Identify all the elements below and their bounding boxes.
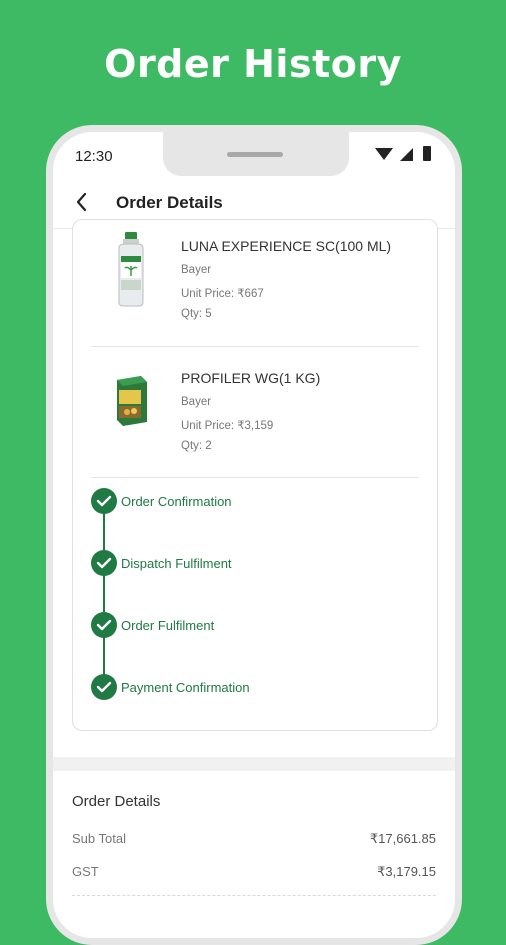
product-qty: Qty: 2 [181,440,212,452]
summary-title: Order Details [72,793,161,810]
timeline-step-label: Payment Confirmation [121,680,250,695]
product-qty: Qty: 5 [181,308,212,320]
product-name: PROFILER WG(1 KG) [181,370,321,386]
status-icons [373,146,433,162]
status-time: 12:30 [75,148,113,165]
page-hero-title: Order History [104,42,402,86]
box-product-image [107,370,155,448]
summary-row-gst: GST ₹3,179.15 [72,864,436,884]
summary-value: ₹3,179.15 [377,864,436,879]
check-circle-icon [91,674,117,700]
order-status-timeline: Order Confirmation Dispatch Fulfilment O… [91,488,421,708]
product-brand: Bayer [181,264,212,276]
check-circle-icon [91,488,117,514]
status-bar: 12:30 [53,132,455,178]
wifi-icon [375,148,393,160]
order-items-card: LUNA EXPERIENCE SC(100 ML) Bayer Unit Pr… [72,219,438,731]
summary-label: GST [72,864,99,879]
product-brand: Bayer [181,396,212,408]
timeline-step-label: Dispatch Fulfilment [121,556,232,571]
back-arrow-icon[interactable] [73,190,93,214]
summary-divider [72,895,436,896]
summary-row-subtotal: Sub Total ₹17,661.85 [72,831,436,851]
timeline-step-label: Order Confirmation [121,494,232,509]
product-name: LUNA EXPERIENCE SC(100 ML) [181,238,392,254]
phone-frame: 12:30 Order Details LUNA EXPERIENCE SC(1… [46,125,462,945]
page-title: Order Details [116,193,223,212]
check-circle-icon [91,550,117,576]
timeline-step: Dispatch Fulfilment [91,550,421,578]
product-item[interactable]: LUNA EXPERIENCE SC(100 ML) Bayer Unit Pr… [73,220,437,350]
timeline-connector [103,502,105,690]
product-unit-price: Unit Price: ₹3,159 [181,420,274,432]
timeline-step: Order Fulfilment [91,612,421,640]
summary-label: Sub Total [72,831,126,846]
timeline-step: Payment Confirmation [91,674,421,702]
item-divider [91,346,419,347]
signal-icon [400,148,413,161]
check-circle-icon [91,612,117,638]
summary-value: ₹17,661.85 [369,831,436,846]
product-unit-price: Unit Price: ₹667 [181,288,264,300]
order-summary: Order Details Sub Total ₹17,661.85 GST ₹… [53,771,455,938]
timeline-step: Order Confirmation [91,488,421,516]
product-item[interactable]: PROFILER WG(1 KG) Bayer Unit Price: ₹3,1… [73,352,437,482]
speaker-grille [227,152,283,157]
order-details-content: LUNA EXPERIENCE SC(100 ML) Bayer Unit Pr… [53,219,455,938]
section-separator [53,757,455,771]
item-divider [91,477,419,478]
timeline-step-label: Order Fulfilment [121,618,215,633]
phone-notch [163,132,349,176]
battery-icon [423,146,431,161]
bottle-product-image [107,230,155,308]
